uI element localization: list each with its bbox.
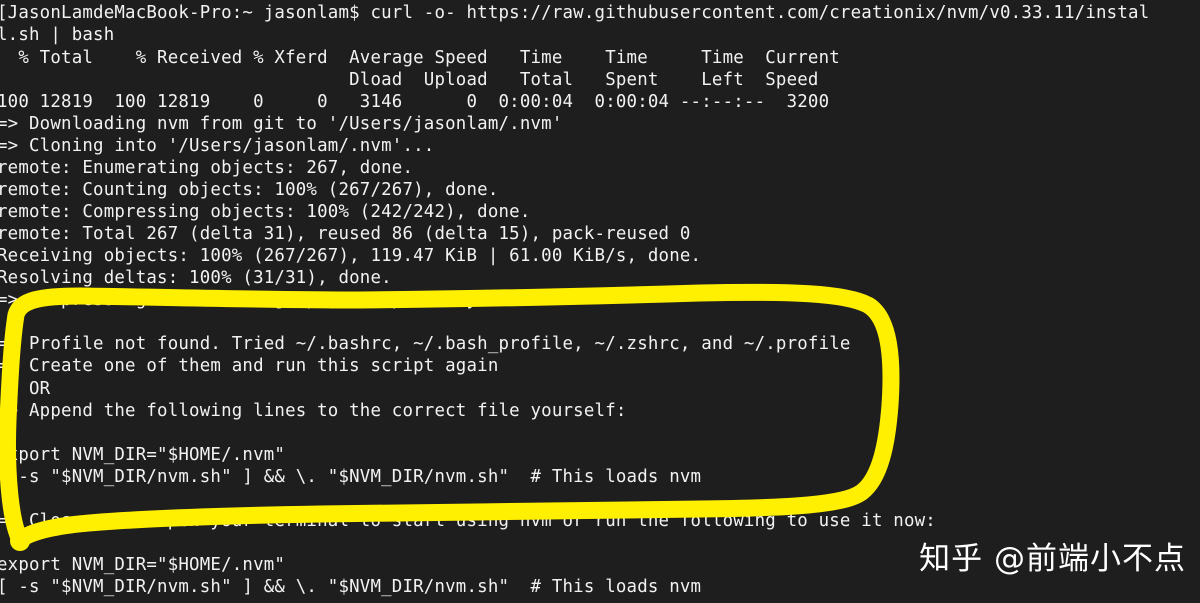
terminal-line: [ -s "$NVM_DIR/nvm.sh" ] && \. "$NVM_DIR… bbox=[0, 467, 702, 487]
terminal-line: remote: Counting objects: 100% (267/267)… bbox=[0, 180, 499, 200]
terminal-line: remote: Enumerating objects: 267, done. bbox=[0, 158, 414, 178]
terminal-line: => Compressing and cleaning up git repos… bbox=[0, 290, 478, 310]
terminal-line: [ -s "$NVM_DIR/nvm.sh" ] && \. "$NVM_DIR… bbox=[0, 577, 702, 597]
terminal-line: l.sh | bash bbox=[0, 25, 115, 45]
terminal-line: => Cloning into '/Users/jasonlam/.nvm'..… bbox=[0, 136, 435, 156]
terminal-line: export NVM_DIR="$HOME/.nvm" bbox=[0, 445, 286, 465]
terminal-line: remote: Compressing objects: 100% (242/2… bbox=[0, 202, 531, 222]
terminal-line: [JasonLamdeMacBook-Pro:~ jasonlam$ curl … bbox=[0, 3, 1150, 23]
terminal-line: => Append the following lines to the cor… bbox=[0, 401, 627, 421]
terminal-line: => Create one of them and run this scrip… bbox=[0, 356, 499, 376]
terminal-line: => Profile not found. Tried ~/.bashrc, ~… bbox=[0, 334, 851, 354]
terminal-line: OR bbox=[0, 379, 51, 399]
terminal-line: Receiving objects: 100% (267/267), 119.4… bbox=[0, 246, 702, 266]
terminal-screenshot: [JasonLamdeMacBook-Pro:~ jasonlam$ curl … bbox=[0, 0, 1200, 603]
terminal-line: => Downloading nvm from git to '/Users/j… bbox=[0, 114, 563, 134]
terminal-line: 100 12819 100 12819 0 0 3146 0 0:00:04 0… bbox=[0, 92, 830, 112]
terminal-line: Dload Upload Total Spent Left Speed bbox=[0, 70, 819, 90]
terminal-line: Resolving deltas: 100% (31/31), done. bbox=[0, 268, 392, 288]
terminal-line: % Total % Received % Xferd Average Speed… bbox=[0, 48, 840, 68]
terminal-output[interactable]: [JasonLamdeMacBook-Pro:~ jasonlam$ curl … bbox=[0, 0, 1200, 603]
watermark: 知乎 @前端小不点 bbox=[919, 541, 1186, 577]
terminal-line: => Close and reopen your terminal to sta… bbox=[0, 511, 936, 531]
terminal-line: remote: Total 267 (delta 31), reused 86 … bbox=[0, 224, 691, 244]
